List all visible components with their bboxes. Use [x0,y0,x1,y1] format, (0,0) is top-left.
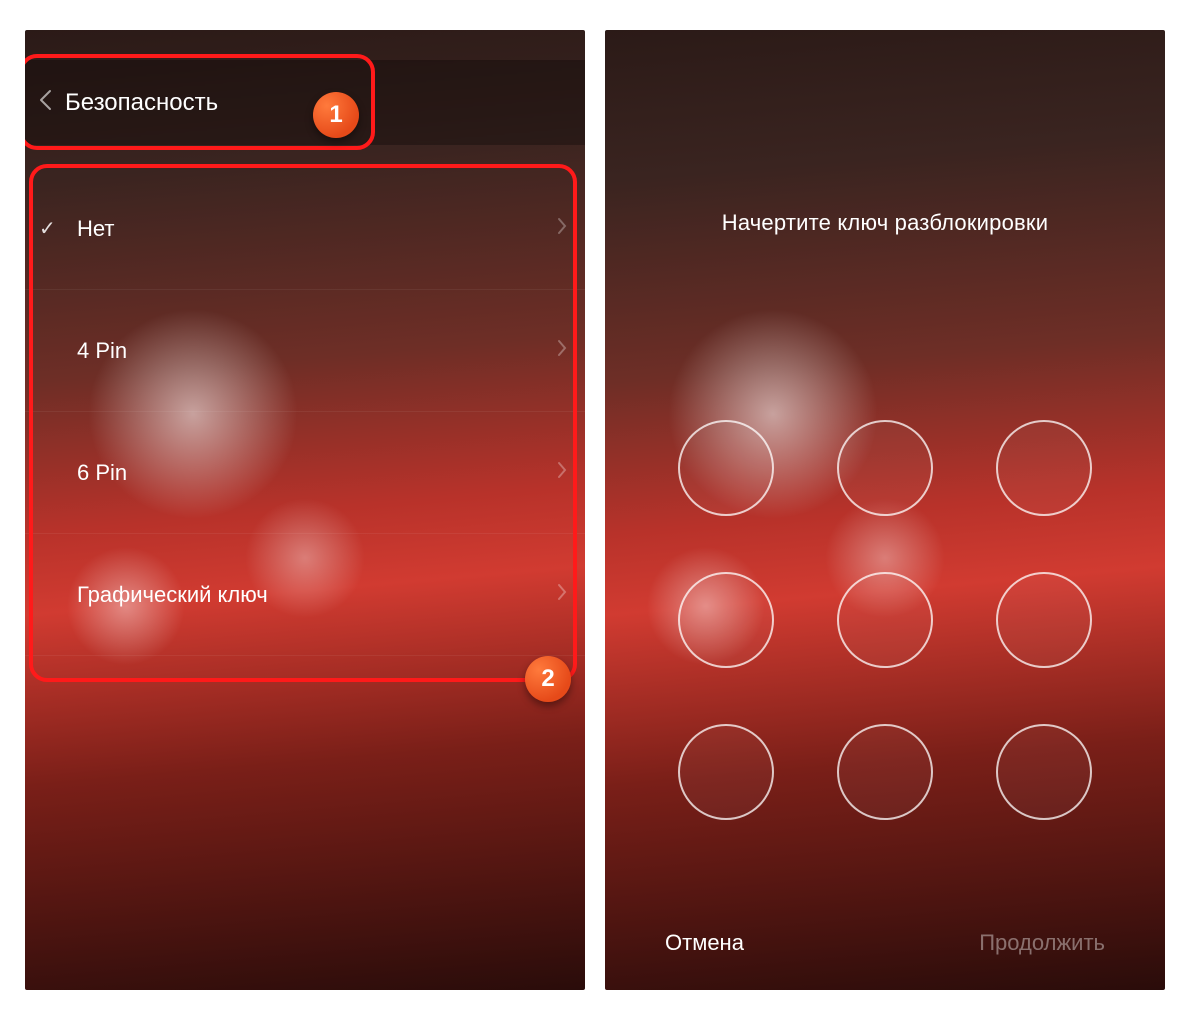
chevron-right-icon [557,339,567,363]
pattern-dot-1[interactable] [678,420,774,516]
pattern-dot-2[interactable] [837,420,933,516]
instruction-text: Начертите ключ разблокировки [605,210,1165,236]
pattern-grid[interactable] [675,420,1095,820]
chevron-right-icon [557,217,567,241]
pattern-dot-9[interactable] [996,724,1092,820]
option-4pin[interactable]: 4 Pin [25,290,585,412]
chevron-right-icon [557,461,567,485]
option-pattern[interactable]: Графический ключ [25,534,585,656]
page-title: Безопасность [65,89,218,117]
pattern-dot-3[interactable] [996,420,1092,516]
screenshot-pattern-draw: Начертите ключ разблокировки Отмена Прод… [605,30,1165,990]
back-icon[interactable] [31,89,59,117]
bottom-action-bar: Отмена Продолжить [605,930,1165,956]
lock-options-list: ✓ Нет 4 Pin 6 Pin Графический ключ [25,168,585,656]
option-none[interactable]: ✓ Нет [25,168,585,290]
option-label: Графический ключ [77,582,268,608]
option-6pin[interactable]: 6 Pin [25,412,585,534]
ui-overlay: Начертите ключ разблокировки Отмена Прод… [605,30,1165,990]
annotation-callout-2: 2 [525,656,571,702]
ui-overlay: Безопасность ✓ Нет 4 Pin 6 Pin [25,30,585,990]
option-label: 4 Pin [77,338,127,364]
option-label: 6 Pin [77,460,127,486]
callout-number: 2 [541,665,554,693]
screenshot-security-settings: Безопасность ✓ Нет 4 Pin 6 Pin [25,30,585,990]
pattern-dot-5[interactable] [837,572,933,668]
header-bar: Безопасность [25,60,585,145]
option-label: Нет [77,216,114,242]
checkmark-icon: ✓ [39,216,56,241]
chevron-right-icon [557,583,567,607]
cancel-button[interactable]: Отмена [665,930,744,956]
continue-button[interactable]: Продолжить [979,930,1105,956]
pattern-dot-8[interactable] [837,724,933,820]
pattern-dot-6[interactable] [996,572,1092,668]
pattern-dot-7[interactable] [678,724,774,820]
pattern-dot-4[interactable] [678,572,774,668]
